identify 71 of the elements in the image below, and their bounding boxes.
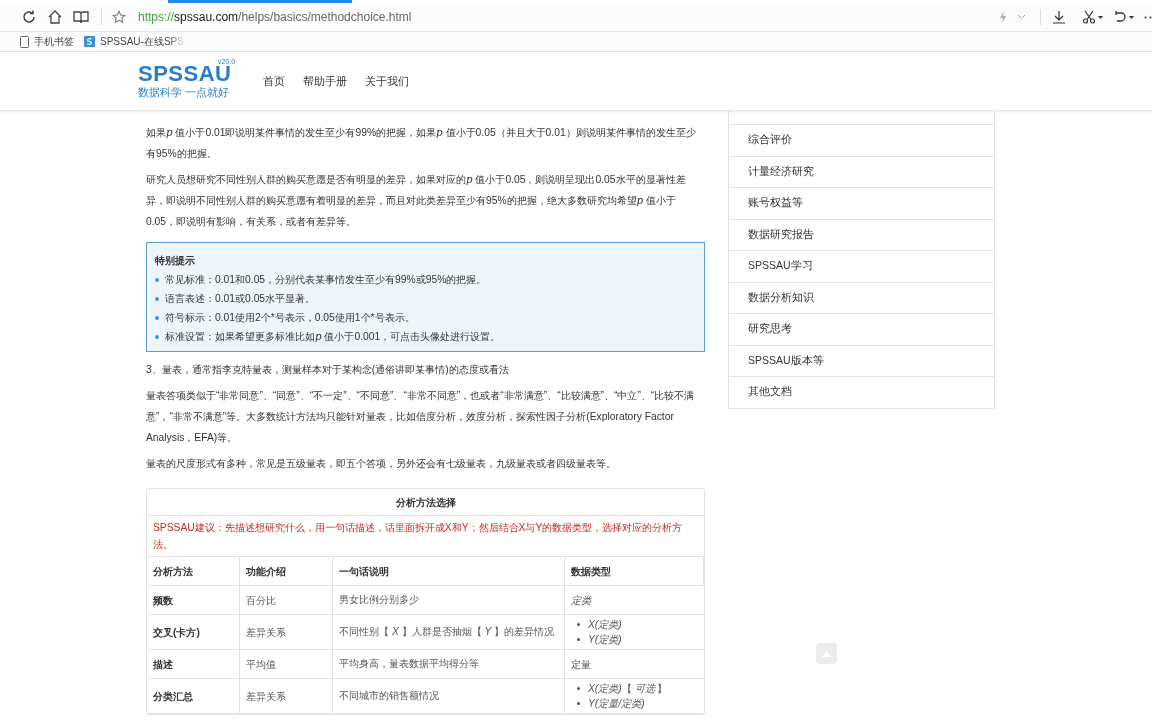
logo-wordmark[interactable]: SPSSAU — [138, 63, 232, 85]
sidebar-item[interactable]: 研究思考 — [728, 314, 995, 346]
bullet-icon — [155, 296, 159, 301]
caret-icon[interactable] — [1129, 15, 1134, 19]
table-cell-text: 定类 — [571, 593, 591, 608]
sidebar-item[interactable]: 账号权益等 — [728, 188, 995, 220]
tip-item: 标准设置：如果希望更多标准比如p 值小于0.001，可点击头像处进行设置。 — [165, 329, 501, 344]
table-cell-text: 定量 — [571, 657, 591, 672]
table-cell-text: 不同性别【 X 】人群是否抽烟【 Y 】的差异情况 — [339, 625, 555, 639]
site-icon — [84, 36, 95, 47]
bullet-icon — [155, 277, 159, 282]
bullet-icon — [577, 623, 580, 626]
table-cell: 差异关系 — [240, 615, 333, 649]
recommendation-text: SPSSAU建议：先描述想研究什么，用一句话描述，话里面拆开成X和Y；然后结合X与Y的数据类型，选择对应的分析方法。 — [147, 516, 704, 557]
table-cell: 百分比 — [240, 586, 333, 614]
list-item: Y(定类) — [588, 633, 622, 647]
caret-icon[interactable] — [1098, 15, 1103, 19]
scissors-icon[interactable] — [1082, 10, 1096, 24]
column-header: 功能介绍 — [240, 557, 333, 585]
sidebar-item[interactable]: 计量经济研究 — [728, 156, 995, 188]
tip-title: 特别提示 — [155, 254, 196, 268]
sidebar-item[interactable]: 数据研究报告 — [728, 219, 995, 251]
column-header: 数据类型 — [565, 557, 704, 585]
table-cell-text: 不同城市的销售额情况 — [339, 689, 439, 703]
column-header: 一句话说明 — [333, 557, 565, 585]
table-cell: 平均值 — [240, 650, 333, 678]
refresh-icon[interactable] — [21, 9, 37, 25]
sidebar-item[interactable]: 其他文档 — [728, 377, 995, 409]
tip-item: 常见标准：0.01和0.05，分别代表某事情发生至少有99%或95%的把握。 — [165, 273, 487, 287]
paragraph: 如果p 值小于0.01即说明某件事情的发生至少有99%的把握，如果p 值小于0.05（并且大于0.01）则说明某件事情的发生至少有95%的把握。 — [146, 125, 697, 161]
nav-link[interactable]: 关于我们 — [365, 72, 409, 90]
list-item: X(定类)【 可选 】 — [588, 682, 668, 696]
bullet-icon — [577, 638, 580, 641]
book-icon[interactable] — [73, 9, 89, 25]
nav-link[interactable]: 帮助手册 — [303, 72, 347, 90]
tip-item: 语言表述：0.01或0.05水平显著。 — [165, 292, 316, 306]
sidebar-item[interactable]: SPSSAU学习 — [728, 251, 995, 283]
nav-link[interactable]: 首页 — [263, 72, 285, 90]
column-header: 分析方法 — [147, 557, 240, 585]
bookmark-link[interactable]: SPSSAU-在线SPS — [100, 34, 186, 49]
paragraph: 量表的尺度形式有多种，常见是五级量表，即五个答项，另外还会有七级量表，九级量表或者四级量表等。 — [146, 457, 617, 471]
paragraph: 量表答项类似于“非常同意”、“同意”、“不一定”、“不同意”、“非常不同意”，也或者“非常满意”、“比较满意”、“中立”、“比较不满意”，“非常不满意”等。大多数统计方法均只能针对量表，比如信度分析，效度分析，探索性因子分析(Exploratory Factor Analysis，EFA)等。 — [146, 389, 696, 445]
phone-icon — [20, 35, 29, 48]
table-cell-text: 男女比例分别多少 — [339, 593, 419, 607]
table-cell: 描述 — [147, 650, 240, 678]
table-cell: 差异关系 — [240, 679, 333, 713]
table-cell: 交叉(卡方) — [147, 615, 240, 649]
bookmark-link[interactable]: 手机书签 — [34, 34, 74, 49]
bullet-icon — [577, 687, 580, 690]
sidebar-item[interactable]: SPSSAU版本等 — [728, 345, 995, 377]
paragraph: 3、量表，通常指李克特量表，测量样本对于某构念(通俗讲即某事情)的态度或看法 — [146, 363, 510, 377]
download-icon[interactable] — [1052, 10, 1066, 24]
more-icon[interactable] — [1144, 15, 1152, 19]
bullet-icon — [155, 315, 159, 320]
list-item: X(定类) — [588, 618, 622, 632]
table-title: 分析方法选择 — [147, 489, 704, 516]
table-cell: 分类汇总 — [147, 679, 240, 713]
tip-item: 符号标示：0.01使用2个*号表示，0.05使用1个*号表示。 — [165, 311, 415, 325]
home-icon[interactable] — [47, 9, 63, 25]
table-cell-text: 平均身高，量表数据平均得分等 — [339, 657, 479, 671]
table-cell: 频数 — [147, 586, 240, 614]
undo-icon[interactable] — [1113, 10, 1127, 24]
bullet-icon — [155, 334, 159, 339]
bullet-icon — [577, 702, 580, 705]
address-bar[interactable]: https://spssau.com/helps/basics/methodchoice.html — [138, 8, 412, 26]
sidebar-item[interactable]: 数据分析知识 — [728, 282, 995, 314]
star-icon[interactable] — [112, 10, 126, 24]
list-item: Y(定量/定类) — [588, 697, 645, 711]
sidebar-item[interactable]: 综合评价 — [728, 125, 995, 157]
logo-slogan: 数据科学 一点就好 — [138, 85, 231, 99]
paragraph: 研究人员想研究不同性别人群的购买意愿是否有明显的差异，如果对应的p 值小于0.05，则说明呈现出0.05水平的显著性差异，即说明不同性别人群的购买意愿有着明显的差异，而且对此类差异至少有95%的把握，绝大多数研究均希望p 值小于0.05，即说明有影响，有关系，或者有差异等。 — [146, 172, 687, 229]
